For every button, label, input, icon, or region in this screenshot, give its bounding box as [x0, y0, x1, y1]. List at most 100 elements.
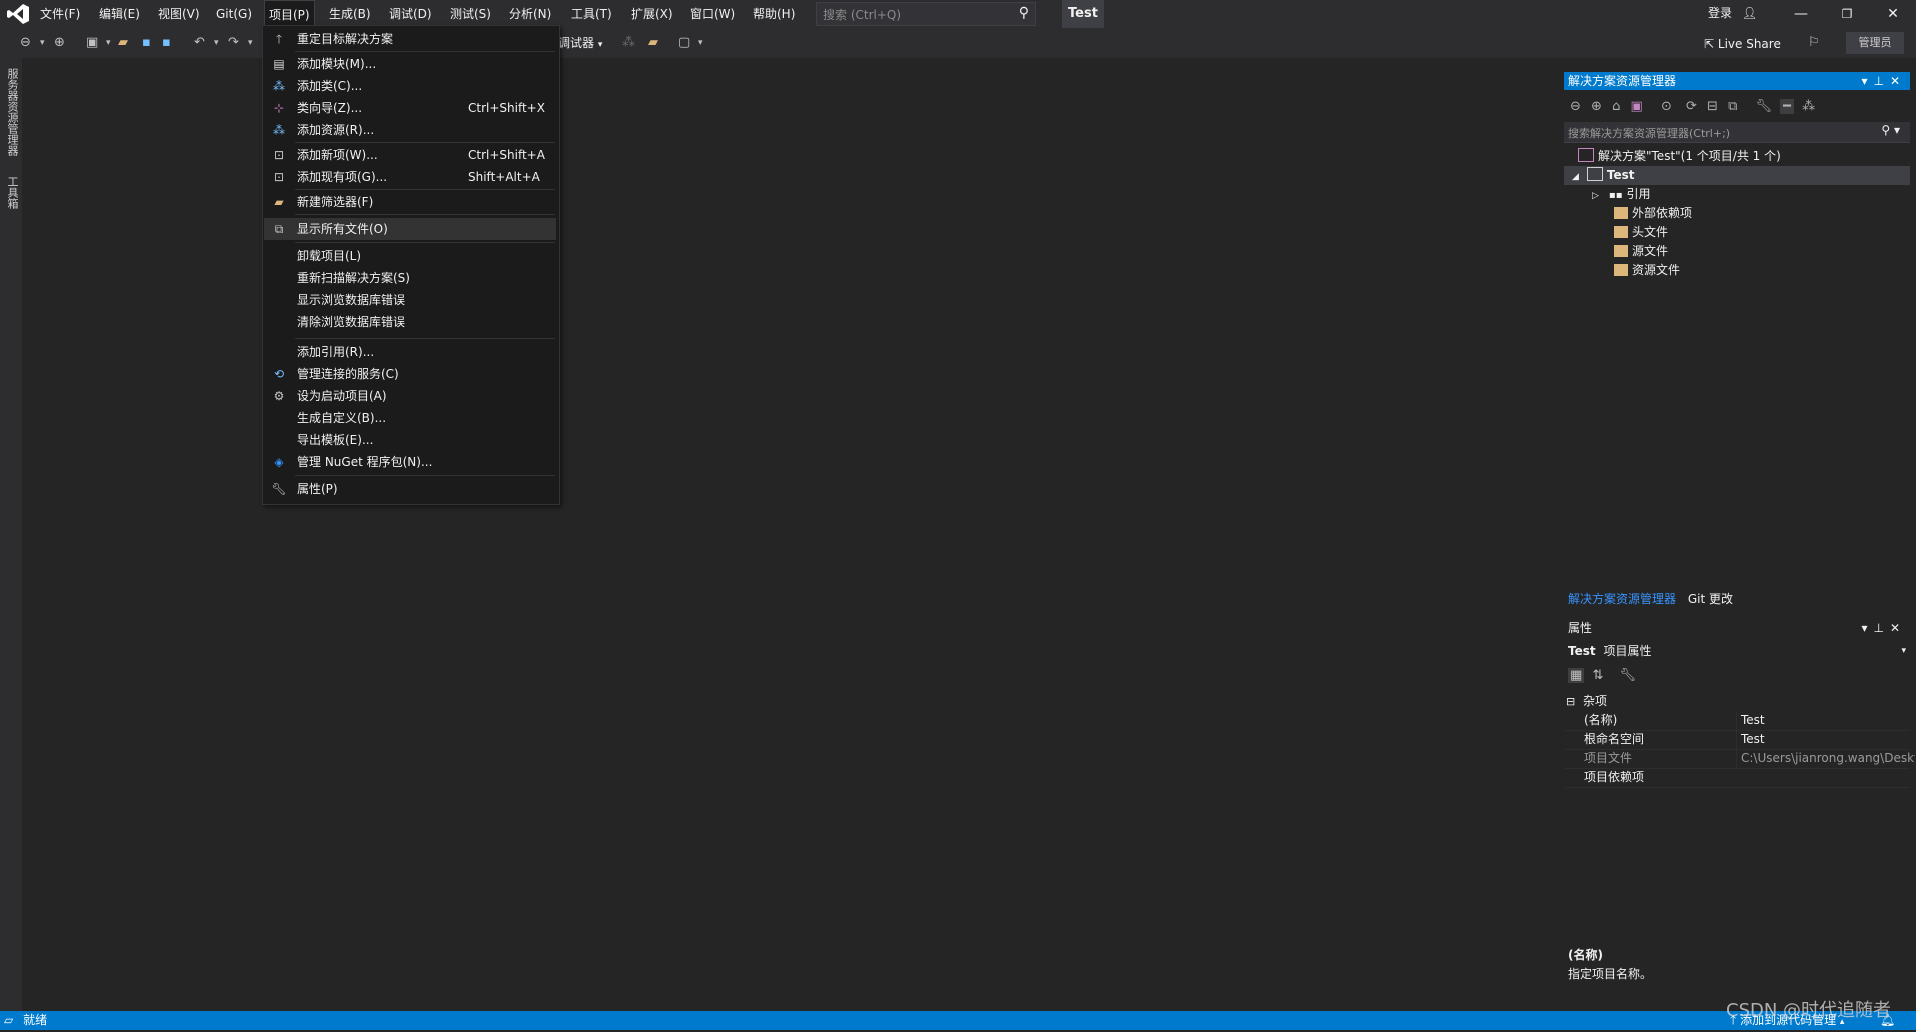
menu-window[interactable]: 窗口(W): [686, 0, 739, 28]
menu-item-rescan-solution[interactable]: 重新扫描解决方案(S): [264, 267, 556, 289]
show-all-files-icon[interactable]: ⧉: [1728, 99, 1737, 114]
panel-menu-icon[interactable]: ▾: [1861, 621, 1873, 635]
tree-item-project[interactable]: ◢ Test: [1572, 166, 1635, 185]
menu-item-unload-project[interactable]: 卸载项目(L): [264, 245, 556, 267]
menu-item-retarget-solution[interactable]: 🡑 重定目标解决方案: [264, 28, 556, 50]
sign-in-link[interactable]: 登录 👤︎: [1708, 0, 1757, 28]
navigate-back-icon[interactable]: ⊖: [20, 34, 31, 52]
property-row[interactable]: 项目文件 C:\Users\jianrong.wang\Deskt: [1564, 749, 1915, 769]
property-row[interactable]: 根命名空间 Test: [1564, 730, 1910, 750]
debugger-dropdown[interactable]: 调试器 ▾: [558, 34, 602, 52]
quick-search-input[interactable]: 搜索 (Ctrl+Q) ⚲: [816, 2, 1036, 26]
menu-item-add-class[interactable]: ⁂ 添加类(C)...: [264, 75, 556, 97]
properties-header[interactable]: 属性 ▾⊥✕: [1564, 618, 1910, 638]
menu-extensions[interactable]: 扩展(X): [627, 0, 677, 28]
property-value[interactable]: Test: [1736, 730, 1915, 749]
menu-item-build-customizations[interactable]: 生成自定义(B)...: [264, 407, 556, 429]
panel-menu-icon[interactable]: ▾: [1861, 74, 1873, 88]
menu-test[interactable]: 测试(S): [446, 0, 495, 28]
home-icon[interactable]: ⌂: [1612, 99, 1620, 114]
property-value[interactable]: Test: [1736, 711, 1915, 730]
tab-git-changes[interactable]: Git 更改: [1688, 592, 1733, 606]
tree-item-source-files[interactable]: 源文件: [1614, 242, 1668, 261]
class-view-icon[interactable]: ⁂: [1802, 99, 1815, 114]
close-button[interactable]: ✕: [1870, 0, 1916, 28]
folder-icon[interactable]: ▰: [648, 34, 658, 52]
menu-item-class-wizard[interactable]: ⊹ 类向导(Z)... Ctrl+Shift+X: [264, 97, 556, 119]
navigate-forward-icon[interactable]: ⊕: [54, 34, 65, 52]
back-icon[interactable]: ⊖: [1570, 99, 1581, 114]
property-pages-icon[interactable]: 🔧︎: [1619, 668, 1636, 683]
tree-item-header-files[interactable]: 头文件: [1614, 223, 1668, 242]
menu-help[interactable]: 帮助(H): [749, 0, 799, 28]
tree-item-solution[interactable]: 解决方案"Test"(1 个项目/共 1 个): [1578, 147, 1781, 166]
server-explorer-tab[interactable]: 服务器资源管理器: [4, 68, 20, 156]
tree-item-references[interactable]: ▷ ▪▪ 引用: [1592, 185, 1651, 204]
menu-debug[interactable]: 调试(D): [385, 0, 436, 28]
alphabetical-icon[interactable]: ⇅: [1592, 668, 1603, 683]
menu-tools[interactable]: 工具(T): [567, 0, 616, 28]
property-row[interactable]: (名称) Test: [1564, 711, 1910, 731]
menu-item-set-startup-project[interactable]: ⚙ 设为启动项目(A): [264, 385, 556, 407]
menu-analyze[interactable]: 分析(N): [505, 0, 555, 28]
properties-wrench-icon[interactable]: 🔧︎: [1756, 99, 1773, 114]
back-dropdown-icon[interactable]: ▾: [40, 34, 45, 52]
menu-item-add-existing-item[interactable]: ⊡ 添加现有项(G)... Shift+Alt+A: [264, 166, 556, 188]
menu-item-new-filter[interactable]: ▰ 新建筛选器(F): [264, 191, 556, 213]
menu-item-add-new-item[interactable]: ⊡ 添加新项(W)... Ctrl+Shift+A: [264, 144, 556, 166]
redo-dropdown-icon[interactable]: ▾: [248, 34, 253, 52]
tab-solution-explorer[interactable]: 解决方案资源管理器: [1568, 592, 1676, 606]
category-misc[interactable]: ⊟ 杂项: [1566, 692, 1607, 711]
preview-selected-icon[interactable]: ━: [1780, 99, 1794, 114]
menu-build[interactable]: 生成(B): [325, 0, 375, 28]
menu-edit[interactable]: 编辑(E): [95, 0, 144, 28]
new-project-icon[interactable]: ▣: [86, 34, 98, 52]
screenshot-icon[interactable]: ▢: [678, 34, 690, 52]
search-icon[interactable]: ⚲ ▾: [1881, 123, 1900, 137]
menu-item-manage-nuget[interactable]: ◈ 管理 NuGet 程序包(N)...: [264, 451, 556, 473]
close-icon[interactable]: ✕: [1890, 621, 1906, 635]
visual-studio-logo-icon[interactable]: [6, 3, 30, 25]
properties-object-selector[interactable]: Test 项目属性 ▾: [1564, 640, 1910, 662]
tree-item-external-deps[interactable]: 外部依赖项: [1614, 204, 1692, 223]
open-folder-icon[interactable]: ▰: [118, 34, 128, 52]
toolbox-tab[interactable]: 工具箱: [4, 176, 20, 209]
output-window-icon[interactable]: ▱: [4, 1013, 13, 1027]
toolbar-options-icon[interactable]: ▾: [698, 34, 703, 52]
solution-search-input[interactable]: 搜索解决方案资源管理器(Ctrl+;) ⚲ ▾: [1564, 122, 1910, 143]
menu-item-add-resource[interactable]: ⁂ 添加资源(R)...: [264, 119, 556, 141]
new-dropdown-icon[interactable]: ▾: [106, 34, 111, 52]
save-all-icon[interactable]: ▪: [162, 34, 171, 52]
categorized-icon[interactable]: ▦: [1568, 668, 1585, 683]
collapse-all-icon[interactable]: ⊟: [1707, 99, 1718, 114]
menu-item-connected-services[interactable]: ⟲ 管理连接的服务(C): [264, 363, 556, 385]
menu-item-properties[interactable]: 🔧︎ 属性(P): [264, 478, 556, 500]
attach-icon[interactable]: ⁂: [622, 34, 635, 52]
menu-item-export-template[interactable]: 导出模板(E)...: [264, 429, 556, 451]
menu-item-add-module[interactable]: ▤ 添加模块(M)...: [264, 53, 556, 75]
search-icon[interactable]: ⚲: [1019, 5, 1029, 21]
minimize-button[interactable]: —: [1778, 0, 1824, 28]
undo-icon[interactable]: ↶: [194, 34, 205, 52]
pin-icon[interactable]: ⊥: [1873, 74, 1889, 88]
menu-item-show-browse-db-errors[interactable]: 显示浏览数据库错误: [264, 289, 556, 311]
menu-item-show-all-files[interactable]: ⧉ 显示所有文件(O): [264, 218, 556, 240]
collapsed-arrow-icon[interactable]: ▷: [1592, 191, 1599, 201]
save-icon[interactable]: ▪: [142, 34, 151, 52]
pin-icon[interactable]: ⊥: [1873, 621, 1889, 635]
tree-item-resource-files[interactable]: 资源文件: [1614, 261, 1680, 280]
restore-button[interactable]: ❐: [1824, 0, 1870, 28]
menu-file[interactable]: 文件(F): [36, 0, 84, 28]
undo-dropdown-icon[interactable]: ▾: [214, 34, 219, 52]
solution-explorer-header[interactable]: 解决方案资源管理器 ▾⊥✕: [1564, 72, 1910, 90]
property-value[interactable]: C:\Users\jianrong.wang\Deskt: [1736, 749, 1915, 768]
sync-icon[interactable]: ⟳: [1686, 99, 1697, 114]
close-icon[interactable]: ✕: [1890, 74, 1906, 88]
redo-icon[interactable]: ↷: [228, 34, 239, 52]
feedback-icon[interactable]: ⚐: [1808, 34, 1820, 52]
collapse-icon[interactable]: ⊟: [1566, 695, 1575, 708]
switch-views-icon[interactable]: ▣: [1631, 99, 1643, 114]
menu-item-add-reference[interactable]: 添加引用(R)...: [264, 341, 556, 363]
pending-changes-icon[interactable]: ⊙: [1661, 99, 1672, 114]
live-share-button[interactable]: ⇱ Live Share: [1704, 33, 1781, 55]
